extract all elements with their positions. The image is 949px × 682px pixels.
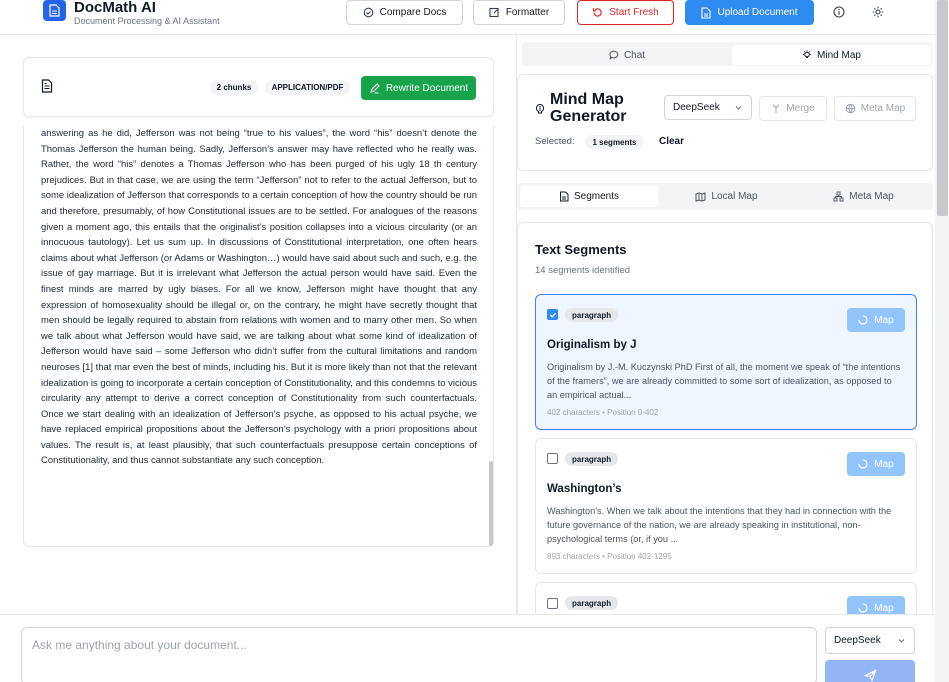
tab-segments[interactable]: Segments xyxy=(520,186,658,207)
file-text-icon xyxy=(559,191,569,202)
tab-local-map[interactable]: Local Map xyxy=(660,186,793,207)
tab-chat[interactable]: Chat xyxy=(525,45,729,65)
page-scrollbar-thumb[interactable] xyxy=(937,0,948,216)
segment-title: Washington’s xyxy=(547,483,622,495)
merge-button[interactable]: Merge xyxy=(759,96,827,121)
mind-map-title: Mind Map Generator xyxy=(550,91,627,125)
chat-model-value: DeepSeek xyxy=(834,635,881,646)
chat-icon xyxy=(609,50,619,60)
tab-mind-map[interactable]: Mind Map xyxy=(732,45,931,65)
formatter-button[interactable]: Formatter xyxy=(473,0,565,25)
tab-mind-map-label: Mind Map xyxy=(817,49,861,61)
segment-checkbox[interactable] xyxy=(547,598,558,609)
map-button-label: Map xyxy=(874,458,894,470)
model-select[interactable]: DeepSeek xyxy=(664,95,752,120)
info-icon[interactable] xyxy=(831,4,847,20)
tab-local-map-label: Local Map xyxy=(711,191,758,202)
loader-icon xyxy=(858,603,868,613)
segment-title: Originalism by J xyxy=(547,339,637,351)
meta-map-label: Meta Map xyxy=(860,103,906,114)
upload-icon xyxy=(701,6,712,19)
refresh-icon xyxy=(593,8,602,17)
selected-count-badge: 1 segments xyxy=(585,135,644,149)
network-icon xyxy=(833,191,844,202)
merge-label: Merge xyxy=(786,103,815,114)
send-icon xyxy=(863,668,877,682)
clear-selection-button[interactable]: Clear xyxy=(659,136,684,147)
segment-checkbox[interactable] xyxy=(547,309,558,320)
app-subtitle: Document Processing & AI Assistant xyxy=(74,16,220,26)
upload-document-button[interactable]: Upload Document xyxy=(685,0,814,25)
app-title: DocMath AI xyxy=(74,0,156,16)
segment-meta: 402 characters • Position 0-402 xyxy=(547,408,659,417)
model-select-value: DeepSeek xyxy=(673,102,720,113)
segments-title: Text Segments xyxy=(535,242,627,257)
send-button[interactable] xyxy=(825,660,915,682)
tab-meta-map[interactable]: Meta Map xyxy=(797,186,930,207)
chevron-down-icon xyxy=(898,639,905,643)
upload-document-label: Upload Document xyxy=(717,7,798,18)
chat-model-select[interactable]: DeepSeek xyxy=(825,627,915,654)
edit-icon xyxy=(489,7,499,18)
segment-checkbox[interactable] xyxy=(547,453,558,464)
tab-segments-label: Segments xyxy=(573,191,620,202)
rewrite-document-button[interactable]: Rewrite Document xyxy=(361,76,476,100)
map-button-label: Map xyxy=(874,314,894,326)
segments-count: 14 segments identified xyxy=(535,265,631,276)
map-segment-button[interactable]: Map xyxy=(847,452,905,476)
chat-input[interactable] xyxy=(21,627,817,682)
segment-preview: Washington’s. When we talk about the int… xyxy=(547,506,892,544)
brain-icon xyxy=(535,101,545,119)
meta-map-button[interactable]: Meta Map xyxy=(834,96,916,121)
loader-icon xyxy=(858,315,868,325)
tab-chat-label: Chat xyxy=(623,49,646,61)
merge-icon xyxy=(772,104,780,113)
lightbulb-icon xyxy=(802,50,812,58)
rewrite-document-label: Rewrite Document xyxy=(385,82,469,94)
chunks-tag: 2 chunks xyxy=(210,80,258,95)
tab-meta-map-label: Meta Map xyxy=(849,191,894,202)
document-icon xyxy=(41,79,53,98)
compare-docs-label: Compare Docs xyxy=(379,7,447,18)
selected-label: Selected: xyxy=(535,136,575,147)
compare-icon xyxy=(363,7,373,18)
document-text: answering as he did, Jefferson was not b… xyxy=(41,128,477,467)
document-scrollbar-thumb[interactable] xyxy=(489,461,493,546)
file-icon xyxy=(43,0,66,21)
start-fresh-button[interactable]: Start Fresh xyxy=(577,0,674,25)
gear-icon[interactable] xyxy=(870,4,886,20)
segment-type-badge: paragraph xyxy=(565,308,619,322)
map-icon xyxy=(695,191,706,202)
start-fresh-label: Start Fresh xyxy=(609,7,659,18)
pencil-icon xyxy=(369,82,380,93)
map-segment-button[interactable]: Map xyxy=(847,308,905,332)
segment-meta: 893 characters • Position 402-1295 xyxy=(547,552,672,561)
globe-icon xyxy=(845,103,856,114)
document-text-panel: answering as he did, Jefferson was not b… xyxy=(23,126,494,547)
segment-type-badge: paragraph xyxy=(565,452,619,466)
map-button-label: Map xyxy=(874,602,894,614)
segment-preview: Originalism by J.-M. Kuczynski PhD First… xyxy=(547,362,901,400)
app-header: DocMath AI Document Processing & AI Assi… xyxy=(0,0,935,35)
compare-docs-button[interactable]: Compare Docs xyxy=(346,0,463,25)
formatter-label: Formatter xyxy=(505,7,550,18)
chevron-down-icon xyxy=(735,106,742,110)
loader-icon xyxy=(858,459,868,469)
check-icon xyxy=(549,312,556,318)
segment-type-badge: paragraph xyxy=(565,596,619,610)
mime-type-tag: APPLICATION/PDF xyxy=(265,80,350,95)
